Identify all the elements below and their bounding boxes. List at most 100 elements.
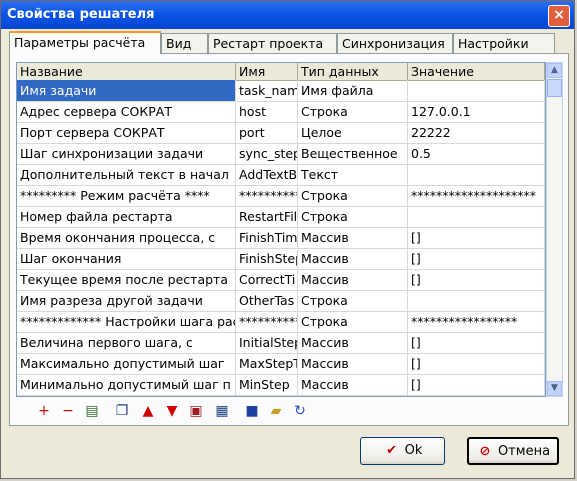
cell-name[interactable]: ************* Настройки шага рас: [17, 311, 236, 332]
cell-type[interactable]: Массив: [298, 227, 408, 248]
table-row[interactable]: Адрес сервера СОКРАТ host Строка 127.0.0.1: [17, 101, 545, 123]
properties-grid[interactable]: Название Имя Тип данных Значение Имя зад…: [16, 62, 546, 397]
cell-value[interactable]: [408, 290, 545, 311]
cell-id[interactable]: **********: [236, 185, 298, 206]
tab-0[interactable]: Параметры расчёта: [9, 31, 161, 54]
cell-type[interactable]: Строка: [298, 206, 408, 227]
table-row[interactable]: Шаг окончания FinishStep Массив[]: [17, 248, 545, 270]
table-row[interactable]: Дополнительный текст в начал AddTextB Текс…: [17, 164, 545, 186]
table-row[interactable]: ************* Настройки шага рас ********…: [17, 311, 545, 333]
cell-value[interactable]: [408, 164, 545, 185]
paste-icon[interactable]: ▣: [186, 401, 206, 421]
scroll-up-icon[interactable]: ▲: [547, 63, 562, 78]
cell-value[interactable]: ********************: [408, 185, 545, 206]
scroll-thumb[interactable]: [547, 79, 562, 97]
cell-name[interactable]: Адрес сервера СОКРАТ: [17, 101, 236, 122]
cell-name[interactable]: Имя задачи: [17, 80, 236, 101]
cell-name[interactable]: Максимально допустимый шаг: [17, 353, 236, 374]
cell-type[interactable]: Массив: [298, 248, 408, 269]
tab-1[interactable]: Вид: [161, 33, 208, 53]
table-row[interactable]: ********* Режим расчёта **** ********** Ст…: [17, 185, 545, 207]
cell-id[interactable]: InitialStep: [236, 332, 298, 353]
column-header-type[interactable]: Тип данных: [298, 63, 408, 80]
vertical-scrollbar[interactable]: ▲ ▼: [546, 62, 563, 397]
properties-icon[interactable]: ▤: [82, 401, 102, 421]
scroll-down-icon[interactable]: ▼: [547, 381, 562, 396]
cell-value[interactable]: []: [408, 332, 545, 353]
cell-type[interactable]: Строка: [298, 311, 408, 332]
cell-id[interactable]: task_nam: [236, 80, 298, 101]
table-row[interactable]: Время окончания процесса, с FinishTim Масс…: [17, 227, 545, 249]
cell-name[interactable]: Шаг окончания: [17, 248, 236, 269]
cell-type[interactable]: Имя файла: [298, 80, 408, 101]
tab-4[interactable]: Настройки: [453, 33, 555, 53]
table-row[interactable]: Максимально допустимый шаг MaxStepT Массив…: [17, 353, 545, 375]
cell-id[interactable]: port: [236, 122, 298, 143]
cell-id[interactable]: host: [236, 101, 298, 122]
cell-type[interactable]: Строка: [298, 290, 408, 311]
cell-id[interactable]: RestartFil: [236, 206, 298, 227]
cell-value[interactable]: []: [408, 353, 545, 374]
cell-id[interactable]: FinishTim: [236, 227, 298, 248]
cell-name[interactable]: ********* Режим расчёта ****: [17, 185, 236, 206]
remove-row-icon[interactable]: −: [58, 401, 78, 421]
cell-value[interactable]: [408, 80, 545, 101]
save-icon[interactable]: ■: [242, 401, 262, 421]
cell-id[interactable]: AddTextB: [236, 164, 298, 185]
cell-id[interactable]: OtherTas: [236, 290, 298, 311]
cell-type[interactable]: Строка: [298, 101, 408, 122]
cell-name[interactable]: Минимально допустимый шаг п: [17, 374, 236, 395]
clone-icon[interactable]: ▦: [212, 401, 232, 421]
cell-id[interactable]: CorrectTi: [236, 269, 298, 290]
copy-icon[interactable]: ❐: [112, 401, 132, 421]
table-row[interactable]: Величина первого шага, с InitialStep Масси…: [17, 332, 545, 354]
cell-value[interactable]: []: [408, 227, 545, 248]
cell-name[interactable]: Шаг синхронизации задачи: [17, 143, 236, 164]
tab-2[interactable]: Рестарт проекта: [208, 33, 337, 53]
column-header-name[interactable]: Название: [17, 63, 236, 80]
cell-type[interactable]: Строка: [298, 185, 408, 206]
cell-name[interactable]: Время окончания процесса, с: [17, 227, 236, 248]
cell-id[interactable]: MinStep: [236, 374, 298, 395]
cell-id[interactable]: **********: [236, 311, 298, 332]
cell-name[interactable]: Текущее время после рестарта: [17, 269, 236, 290]
cell-type[interactable]: Массив: [298, 269, 408, 290]
ok-button[interactable]: ✔ Ok: [360, 437, 445, 465]
cell-value[interactable]: []: [408, 374, 545, 395]
table-row[interactable]: Номер файла рестарта RestartFil Строка: [17, 206, 545, 228]
cell-value[interactable]: 22222: [408, 122, 545, 143]
cell-type[interactable]: Массив: [298, 332, 408, 353]
cell-value[interactable]: [408, 206, 545, 227]
cell-type[interactable]: Текст: [298, 164, 408, 185]
add-row-icon[interactable]: +: [34, 401, 54, 421]
cell-name[interactable]: Имя разреза другой задачи: [17, 290, 236, 311]
cell-value[interactable]: 127.0.0.1: [408, 101, 545, 122]
table-row[interactable]: Текущее время после рестарта CorrectTi Мас…: [17, 269, 545, 291]
column-header-value[interactable]: Значение: [408, 63, 545, 80]
move-down-icon[interactable]: ▼: [162, 401, 182, 421]
table-row[interactable]: Минимально допустимый шаг п MinStep Массив…: [17, 374, 545, 396]
close-icon[interactable]: ×: [548, 5, 570, 27]
open-icon[interactable]: ▰: [266, 401, 286, 421]
cell-name[interactable]: Номер файла рестарта: [17, 206, 236, 227]
column-header-id[interactable]: Имя: [236, 63, 298, 80]
cell-id[interactable]: sync_step: [236, 143, 298, 164]
move-up-icon[interactable]: ▲: [138, 401, 158, 421]
cell-value[interactable]: []: [408, 269, 545, 290]
cancel-button[interactable]: ⊘ Отмена: [467, 437, 559, 465]
cell-name[interactable]: Дополнительный текст в начал: [17, 164, 236, 185]
tab-3[interactable]: Синхронизация: [337, 33, 453, 53]
cell-type[interactable]: Массив: [298, 374, 408, 395]
cell-value[interactable]: *****************: [408, 311, 545, 332]
cell-name[interactable]: Порт сервера СОКРАТ: [17, 122, 236, 143]
table-row[interactable]: Порт сервера СОКРАТ port Целое 22222: [17, 122, 545, 144]
table-row[interactable]: Шаг синхронизации задачи sync_step Веществ…: [17, 143, 545, 165]
cell-id[interactable]: FinishStep: [236, 248, 298, 269]
table-row[interactable]: Имя разреза другой задачи OtherTas Строка: [17, 290, 545, 312]
cell-value[interactable]: 0.5: [408, 143, 545, 164]
refresh-icon[interactable]: ↻: [290, 401, 310, 421]
cell-type[interactable]: Массив: [298, 353, 408, 374]
cell-type[interactable]: Вещественное: [298, 143, 408, 164]
cell-type[interactable]: Целое: [298, 122, 408, 143]
cell-id[interactable]: MaxStepT: [236, 353, 298, 374]
